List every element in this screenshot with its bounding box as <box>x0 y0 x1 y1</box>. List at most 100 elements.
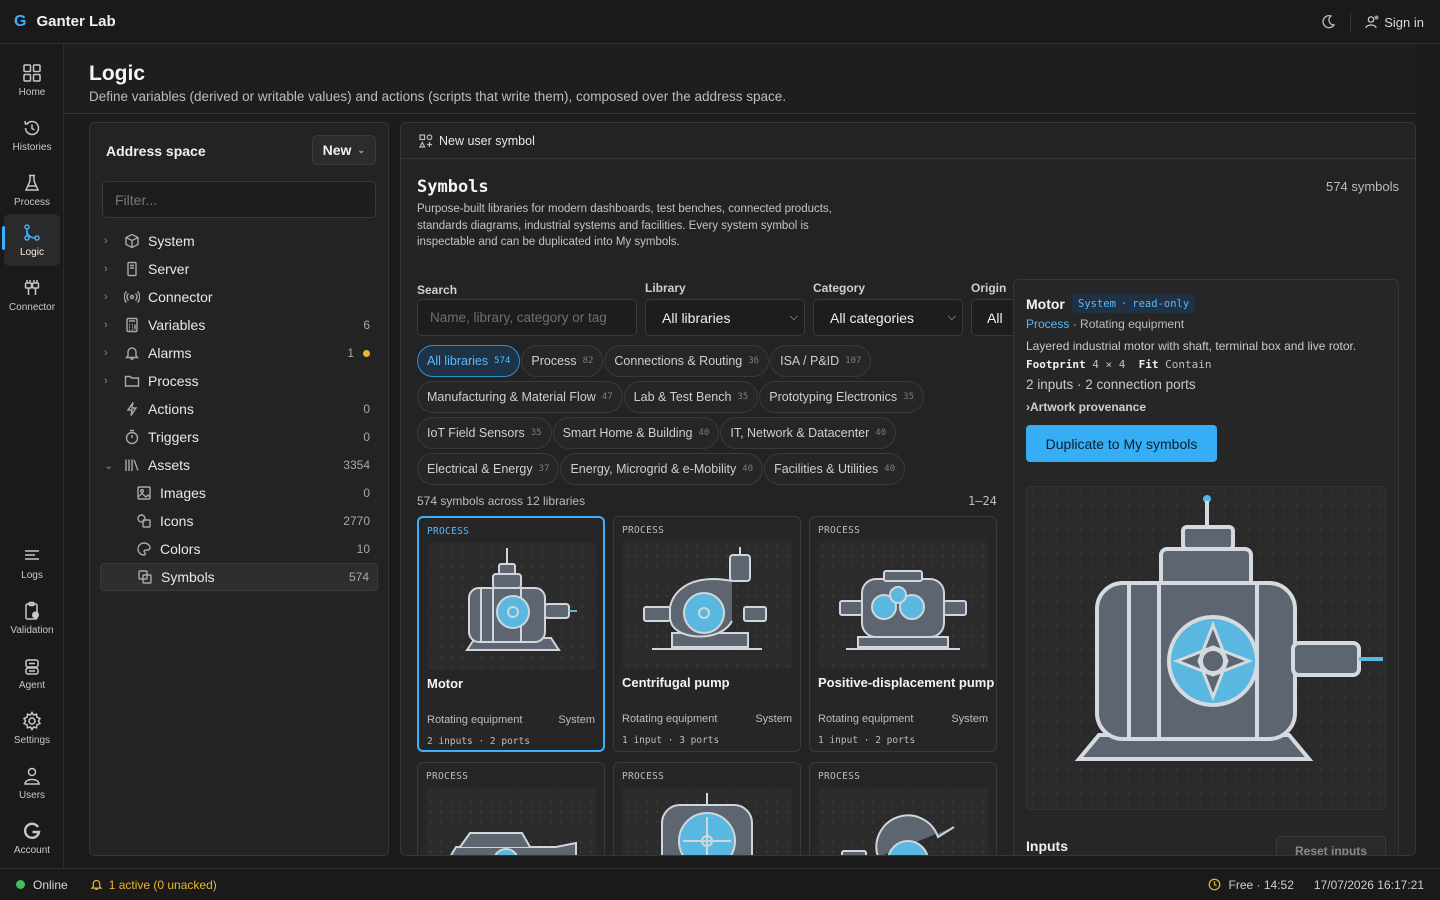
new-user-symbol-button[interactable]: New user symbol <box>401 123 1415 159</box>
tree-item-actions[interactable]: Actions 0 <box>100 395 378 423</box>
alarm-status[interactable]: 1 active (0 unacked) <box>90 878 217 892</box>
tree-item-label: Icons <box>160 513 194 529</box>
tree-item-colors[interactable]: Colors 10 <box>100 535 378 563</box>
symbol-card-pd-pump[interactable]: PROCESS Positive-displacement pump Rotat… <box>809 516 997 752</box>
chip-connections-routing[interactable]: Connections & Routing 36 <box>604 345 770 377</box>
top-bar: G Ganter Lab Sign in <box>0 0 1440 44</box>
chevron-right-icon[interactable]: › <box>104 319 118 331</box>
brand[interactable]: G Ganter Lab <box>14 13 116 31</box>
card-subcategory: Rotating equipment <box>622 713 718 725</box>
tree-item-server[interactable]: › Server <box>100 255 378 283</box>
chip-it-network[interactable]: IT, Network & Datacenter 40 <box>720 417 897 449</box>
tree-item-symbols[interactable]: Symbols 574 <box>100 563 378 591</box>
filter-input[interactable] <box>102 181 376 218</box>
symbols-title: Symbols <box>417 177 489 197</box>
symbol-card[interactable]: PROCESS <box>613 762 801 855</box>
chevron-right-icon[interactable]: › <box>104 291 118 303</box>
detail-description: Layered industrial motor with shaft, ter… <box>1026 339 1357 353</box>
chip-process[interactable]: Process 82 <box>521 345 604 377</box>
card-origin: System <box>755 713 792 725</box>
chip-energy-microgrid[interactable]: Energy, Microgrid & e-Mobility 40 <box>560 453 764 485</box>
page-subtitle: Define variables (derived or writable va… <box>89 89 787 104</box>
chip-lab-test-bench[interactable]: Lab & Test Bench 35 <box>623 381 759 413</box>
tree-item-variables[interactable]: › Variables 6 <box>100 311 378 339</box>
symbol-search-input[interactable] <box>417 299 637 336</box>
library-select[interactable]: All libraries ⌵ <box>645 299 805 336</box>
tree-item-connector[interactable]: › Connector <box>100 283 378 311</box>
tree-item-process[interactable]: › Process <box>100 367 378 395</box>
detail-category-link[interactable]: Process <box>1026 317 1069 331</box>
artwork-provenance-toggle[interactable]: ›Artwork provenance <box>1026 400 1146 414</box>
symbol-card[interactable]: PROCESS <box>809 762 997 855</box>
card-name: Positive-displacement pump <box>818 675 995 690</box>
tree-item-images[interactable]: Images 0 <box>100 479 378 507</box>
symbol-card-motor[interactable]: PROCESS Motor Rotating equipment System … <box>417 516 605 752</box>
symbols-panel: New user symbol Symbols 574 symbols Purp… <box>400 122 1416 856</box>
chevron-right-icon[interactable]: › <box>104 263 118 275</box>
chevron-right-icon[interactable]: › <box>104 375 118 387</box>
new-label: New <box>322 142 352 158</box>
chip-all-libraries[interactable]: All libraries 574 <box>417 345 521 377</box>
chip-isa-pid[interactable]: ISA / P&ID 107 <box>770 345 872 377</box>
chevron-down-icon: ⌵ <box>789 311 798 323</box>
chip-count: 107 <box>845 356 862 366</box>
rail-home[interactable]: Home <box>4 54 60 106</box>
chevron-right-icon[interactable]: › <box>104 235 118 247</box>
new-button[interactable]: New ⌄ <box>311 135 376 165</box>
rail-connector[interactable]: Connector <box>4 269 60 321</box>
rail-logic[interactable]: Logic <box>2 214 60 266</box>
address-space-panel: Address space New ⌄ › System › Server › … <box>89 122 389 856</box>
symbol-card-centrifugal-pump[interactable]: PROCESS Centrifugal pump Rotating equipm… <box>613 516 801 752</box>
chip-smart-home[interactable]: Smart Home & Building 40 <box>552 417 720 449</box>
card-name: Motor <box>427 676 464 691</box>
chip-iot-field-sensors[interactable]: IoT Field Sensors 35 <box>417 417 552 449</box>
reset-inputs-button[interactable]: Reset inputs <box>1276 836 1386 855</box>
sign-in-button[interactable]: Sign in <box>1365 15 1424 30</box>
card-category: PROCESS <box>427 526 470 537</box>
g-logo-icon: G <box>14 12 27 30</box>
tree-item-triggers[interactable]: Triggers 0 <box>100 423 378 451</box>
chip-facilities-utilities[interactable]: Facilities & Utilities 40 <box>764 453 906 485</box>
symbol-thumbnail <box>818 787 988 855</box>
rail-process[interactable]: Process <box>4 164 60 216</box>
rail-logs[interactable]: Logs <box>4 537 60 589</box>
clipboard-check-icon <box>25 601 39 620</box>
chip-prototyping-electronics[interactable]: Prototyping Electronics 35 <box>759 381 924 413</box>
chip-label: Manufacturing & Material Flow <box>427 390 596 404</box>
rail-account[interactable]: Account <box>4 812 60 864</box>
chevron-right-icon[interactable]: › <box>104 347 118 359</box>
chip-label: Electrical & Energy <box>427 462 533 476</box>
tree-item-count: 574 <box>348 570 369 584</box>
card-io: 1 input · 2 ports <box>818 735 916 746</box>
tree-item-count: 6 <box>363 318 370 332</box>
palette-icon <box>137 542 151 556</box>
tree-item-label: Colors <box>160 541 201 557</box>
rail-settings[interactable]: Settings <box>4 702 60 754</box>
tree-item-label: Symbols <box>161 569 215 585</box>
tree-item-icons[interactable]: Icons 2770 <box>100 507 378 535</box>
pd-pump-thumbnail <box>818 541 988 669</box>
user-icon <box>24 767 40 785</box>
chip-count: 40 <box>884 464 896 474</box>
rail-validation[interactable]: Validation <box>4 592 60 644</box>
rail-users[interactable]: Users <box>4 757 60 809</box>
tree-item-label: System <box>148 233 195 249</box>
rail-agent[interactable]: Agent <box>4 647 60 699</box>
chevron-down-icon[interactable]: ⌄ <box>104 459 118 472</box>
category-select[interactable]: All categories ⌵ <box>813 299 963 336</box>
tree-item-count: 3354 <box>343 458 370 472</box>
datetime: 17/07/2026 16:17:21 <box>1313 877 1424 892</box>
chip-label: Energy, Microgrid & e-Mobility <box>570 462 737 476</box>
chip-manufacturing[interactable]: Manufacturing & Material Flow 47 <box>417 381 623 413</box>
moon-icon[interactable] <box>1320 14 1336 30</box>
card-subcategory: Rotating equipment <box>818 713 914 725</box>
chip-electrical-energy[interactable]: Electrical & Energy 37 <box>417 453 560 485</box>
tree-item-alarms[interactable]: › Alarms 1 <box>100 339 378 367</box>
rail-label: Logic <box>20 246 44 258</box>
symbol-card[interactable]: PROCESS <box>417 762 605 855</box>
duplicate-button[interactable]: Duplicate to My symbols <box>1026 425 1217 462</box>
rail-histories[interactable]: Histories <box>4 109 60 161</box>
tree-item-assets[interactable]: ⌄ Assets 3354 <box>100 451 378 479</box>
bell-icon <box>90 879 103 890</box>
tree-item-system[interactable]: › System <box>100 227 378 255</box>
